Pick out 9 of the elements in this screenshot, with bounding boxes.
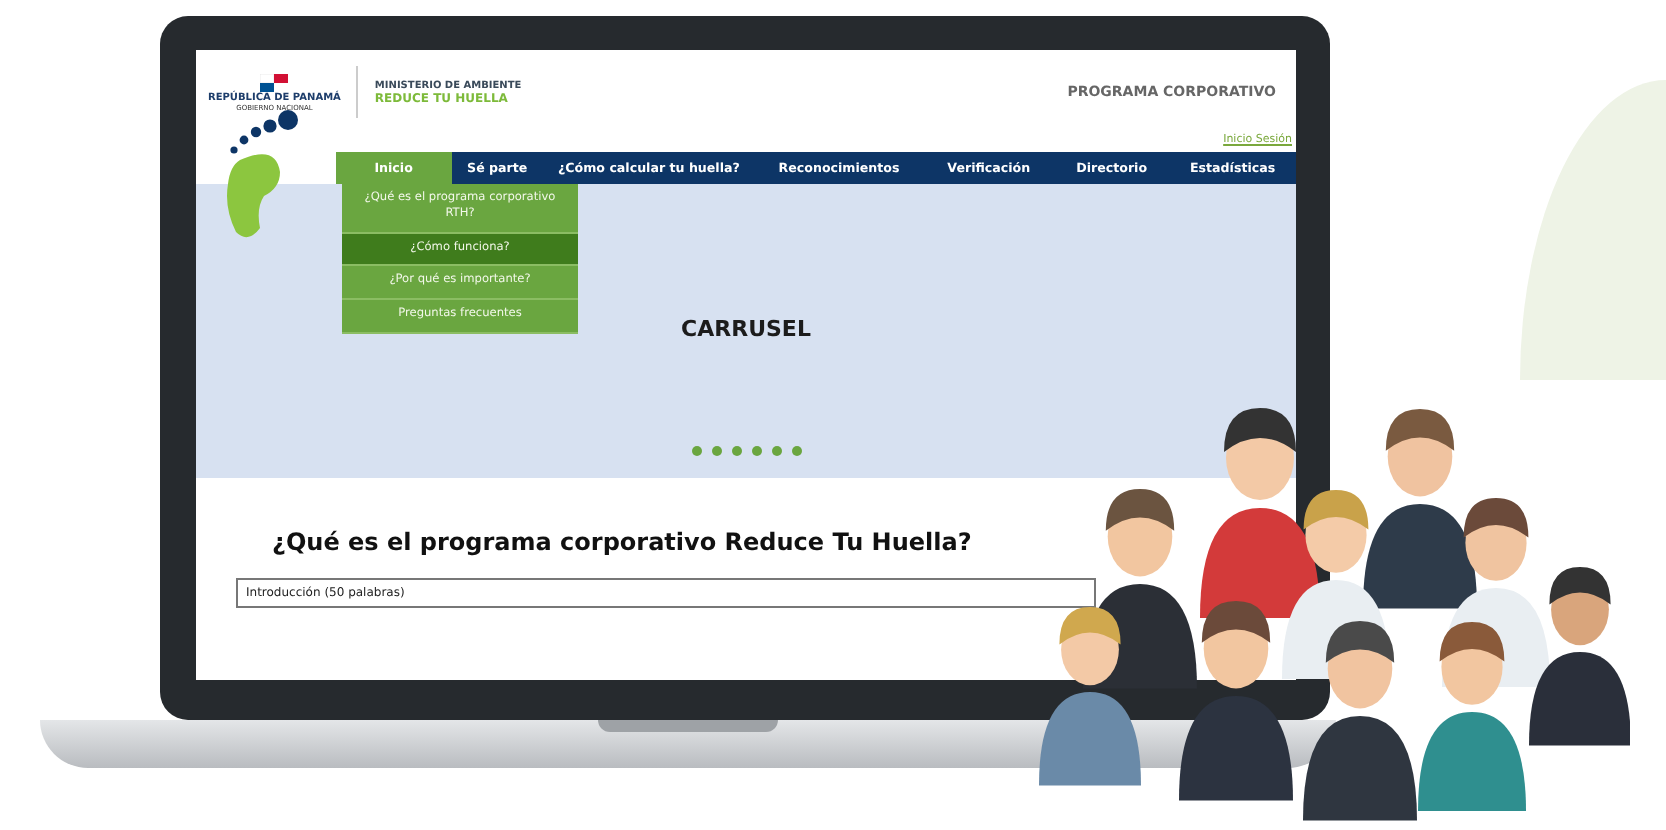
carousel-dot[interactable] — [771, 446, 781, 456]
carousel-dot[interactable] — [791, 446, 801, 456]
carousel-dot[interactable] — [691, 446, 701, 456]
carousel-title: CARRUSEL — [681, 316, 811, 342]
carousel-dot[interactable] — [731, 446, 741, 456]
flag-icon — [260, 73, 289, 91]
section-heading: ¿Qué es el programa corporativo Reduce Tu Huella? — [272, 528, 974, 556]
carousel-dot[interactable] — [711, 446, 721, 456]
carousel-dot[interactable] — [751, 446, 761, 456]
